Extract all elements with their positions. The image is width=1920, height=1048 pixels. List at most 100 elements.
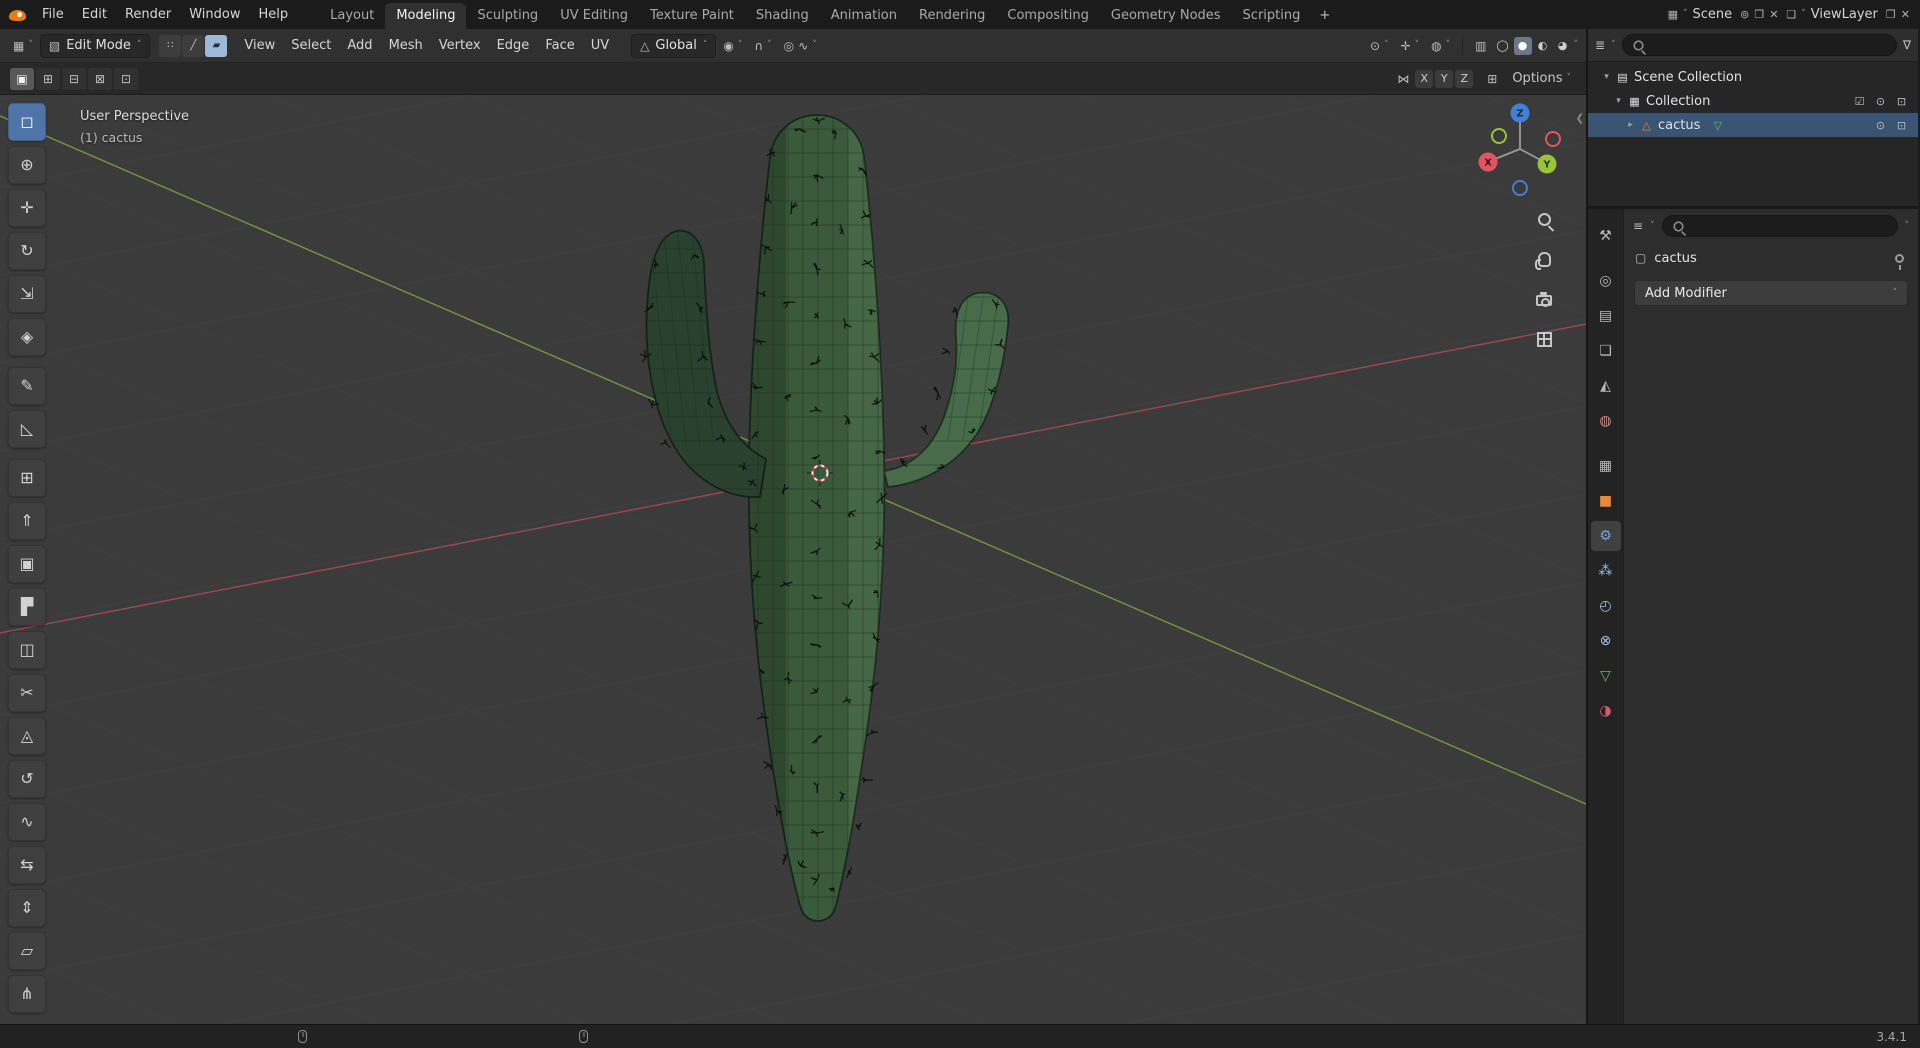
mirror-y-button[interactable]: Y — [1435, 69, 1454, 88]
tool-poly-build[interactable]: ◬ — [8, 717, 46, 755]
blender-logo-icon[interactable] — [8, 5, 28, 25]
outliner-row-scene-collection[interactable]: ▾ ▤ Scene Collection — [1588, 65, 1918, 89]
edge-select-button[interactable]: ╱ — [182, 34, 205, 57]
tool-shrink-fatten[interactable]: ⇕ — [8, 889, 46, 927]
pin-scene-icon[interactable]: ⊚ — [1740, 9, 1749, 20]
scene-selector[interactable]: ▦ ˅ Scene — [1665, 7, 1736, 22]
pan-button[interactable] — [1532, 247, 1556, 271]
show-gizmo-button[interactable]: ✛ ˅ — [1396, 34, 1425, 58]
options-dropdown[interactable]: Options ˅ — [1507, 67, 1576, 91]
tool-scale[interactable]: ⇲ — [8, 275, 46, 313]
tool-spin[interactable]: ↺ — [8, 760, 46, 798]
filter-funnel-icon[interactable]: ∇ — [1903, 39, 1911, 51]
viewport-canvas[interactable]: User Perspective (1) cactus ◻ ⊕ ✛ ↻ ⇲ ◈ … — [0, 95, 1586, 1024]
select-subtract-button[interactable]: ⊟ — [62, 67, 86, 90]
menu-uv[interactable]: UV — [583, 29, 617, 63]
tool-rotate[interactable]: ↻ — [8, 232, 46, 270]
tab-scripting[interactable]: Scripting — [1232, 3, 1312, 29]
tool-inset-faces[interactable]: ▣ — [8, 545, 46, 583]
prop-tab-particles[interactable]: ⁂ — [1591, 556, 1621, 586]
outliner-row-cactus[interactable]: ▸ △ cactus ▽ ⊙ ⊡ — [1588, 113, 1918, 137]
properties-editor-icon[interactable]: ≡ — [1633, 220, 1643, 232]
snap-grid-icon[interactable]: ⊞ — [1487, 73, 1497, 85]
camera-view-button[interactable] — [1532, 287, 1556, 311]
shading-material-button[interactable]: ◐ — [1534, 37, 1552, 55]
menu-edge[interactable]: Edge — [489, 29, 538, 63]
add-workspace-button[interactable]: + — [1311, 3, 1338, 29]
prop-tab-tool[interactable]: ⚒ — [1591, 221, 1621, 251]
region-collapse-arrow[interactable]: ❮ — [1576, 113, 1584, 124]
face-select-button[interactable]: ▰ — [205, 34, 228, 57]
tool-cursor[interactable]: ⊕ — [8, 146, 46, 184]
properties-search-input[interactable] — [1661, 215, 1898, 237]
prop-tab-scene[interactable]: ◭ — [1591, 371, 1621, 401]
tab-rendering[interactable]: Rendering — [908, 3, 996, 29]
disclosure-down-icon[interactable]: ▾ — [1600, 72, 1613, 82]
tool-smooth[interactable]: ∿ — [8, 803, 46, 841]
tool-annotate[interactable]: ✎ — [8, 367, 46, 405]
snap-button[interactable]: ∩ ˅ — [749, 34, 776, 58]
hide-eye-icon[interactable]: ⊙ — [1870, 120, 1891, 131]
select-extend-button[interactable]: ⊞ — [36, 67, 60, 90]
menu-view[interactable]: View — [236, 29, 283, 63]
tab-modeling[interactable]: Modeling — [385, 3, 467, 29]
menu-add[interactable]: Add — [339, 29, 380, 63]
tab-texture-paint[interactable]: Texture Paint — [639, 3, 745, 29]
mode-dropdown[interactable]: ▧ Edit Mode ˅ — [39, 33, 151, 58]
render-visibility-camera-icon[interactable]: ⊡ — [1891, 96, 1912, 107]
select-invert-button[interactable]: ⊠ — [88, 67, 112, 90]
tool-knife[interactable]: ✂ — [8, 674, 46, 712]
prop-tab-modifiers[interactable]: ⚙ — [1590, 521, 1621, 551]
gizmo-y-neg-ball[interactable] — [1491, 128, 1507, 144]
mirror-x-button[interactable]: X — [1415, 69, 1434, 88]
menu-render[interactable]: Render — [116, 0, 180, 29]
prop-tab-view-layer[interactable]: ❏ — [1591, 336, 1621, 366]
menu-vertex[interactable]: Vertex — [431, 29, 489, 63]
ortho-toggle-button[interactable] — [1532, 327, 1556, 351]
select-set-button[interactable]: ▣ — [10, 67, 34, 90]
tab-layout[interactable]: Layout — [319, 3, 385, 29]
tool-edge-slide[interactable]: ⇆ — [8, 846, 46, 884]
mirror-z-button[interactable]: Z — [1455, 69, 1474, 88]
select-intersect-button[interactable]: ⊡ — [114, 67, 138, 90]
shading-solid-button[interactable]: ● — [1513, 36, 1532, 55]
viewlayer-selector[interactable]: ❏ ˅ ViewLayer — [1783, 7, 1880, 22]
outliner-editor-icon[interactable]: ≣ — [1595, 39, 1605, 51]
menu-edit[interactable]: Edit — [73, 0, 116, 29]
tab-animation[interactable]: Animation — [820, 3, 908, 29]
prop-tab-constraints[interactable]: ⊗ — [1591, 626, 1621, 656]
new-scene-icon[interactable]: ❐ — [1754, 9, 1764, 20]
add-modifier-button[interactable]: Add Modifier ˅ — [1634, 280, 1908, 306]
proportional-editing-button[interactable]: ◎ ∿ ˅ — [779, 34, 822, 58]
vertex-select-button[interactable]: ∷ — [159, 34, 182, 57]
tab-geometry-nodes[interactable]: Geometry Nodes — [1100, 3, 1232, 29]
prop-tab-physics[interactable]: ◴ — [1591, 591, 1621, 621]
disclosure-down-icon[interactable]: ▾ — [1612, 96, 1625, 106]
tool-select-box[interactable]: ◻ — [8, 103, 46, 141]
menu-select[interactable]: Select — [283, 29, 339, 63]
prop-tab-object[interactable]: ■ — [1591, 486, 1621, 516]
prop-tab-output[interactable]: ▤ — [1591, 301, 1621, 331]
tool-loop-cut[interactable]: ◫ — [8, 631, 46, 669]
menu-mesh[interactable]: Mesh — [381, 29, 431, 63]
pin-id-icon[interactable] — [1895, 253, 1904, 270]
tool-extrude-region[interactable]: ⇑ — [8, 502, 46, 540]
show-overlays-button[interactable]: ◍ ˅ — [1426, 34, 1455, 58]
prop-tab-collection[interactable]: ▦ — [1591, 451, 1621, 481]
menu-help[interactable]: Help — [250, 0, 298, 29]
shading-wireframe-button[interactable]: ◯ — [1494, 37, 1512, 55]
hide-eye-icon[interactable]: ⊙ — [1870, 96, 1891, 107]
disclosure-right-icon[interactable]: ▸ — [1624, 120, 1637, 130]
tool-transform[interactable]: ◈ — [8, 318, 46, 356]
gizmo-z-neg-ball[interactable] — [1512, 180, 1528, 196]
prop-tab-object-data[interactable]: ▽ — [1591, 661, 1621, 691]
zoom-button[interactable] — [1532, 207, 1556, 231]
menu-face[interactable]: Face — [537, 29, 582, 63]
prop-tab-world[interactable]: ◍ — [1591, 406, 1621, 436]
toggle-xray-button[interactable]: ▥ — [1470, 34, 1491, 58]
editor-type-button[interactable]: ▦ ˅ — [8, 34, 38, 58]
show-object-types-button[interactable]: ⊙ ˅ — [1365, 34, 1394, 58]
tool-move[interactable]: ✛ — [8, 189, 46, 227]
tool-measure[interactable]: ◺ — [8, 410, 46, 448]
navigation-gizmo[interactable]: Z X Y — [1474, 101, 1566, 197]
